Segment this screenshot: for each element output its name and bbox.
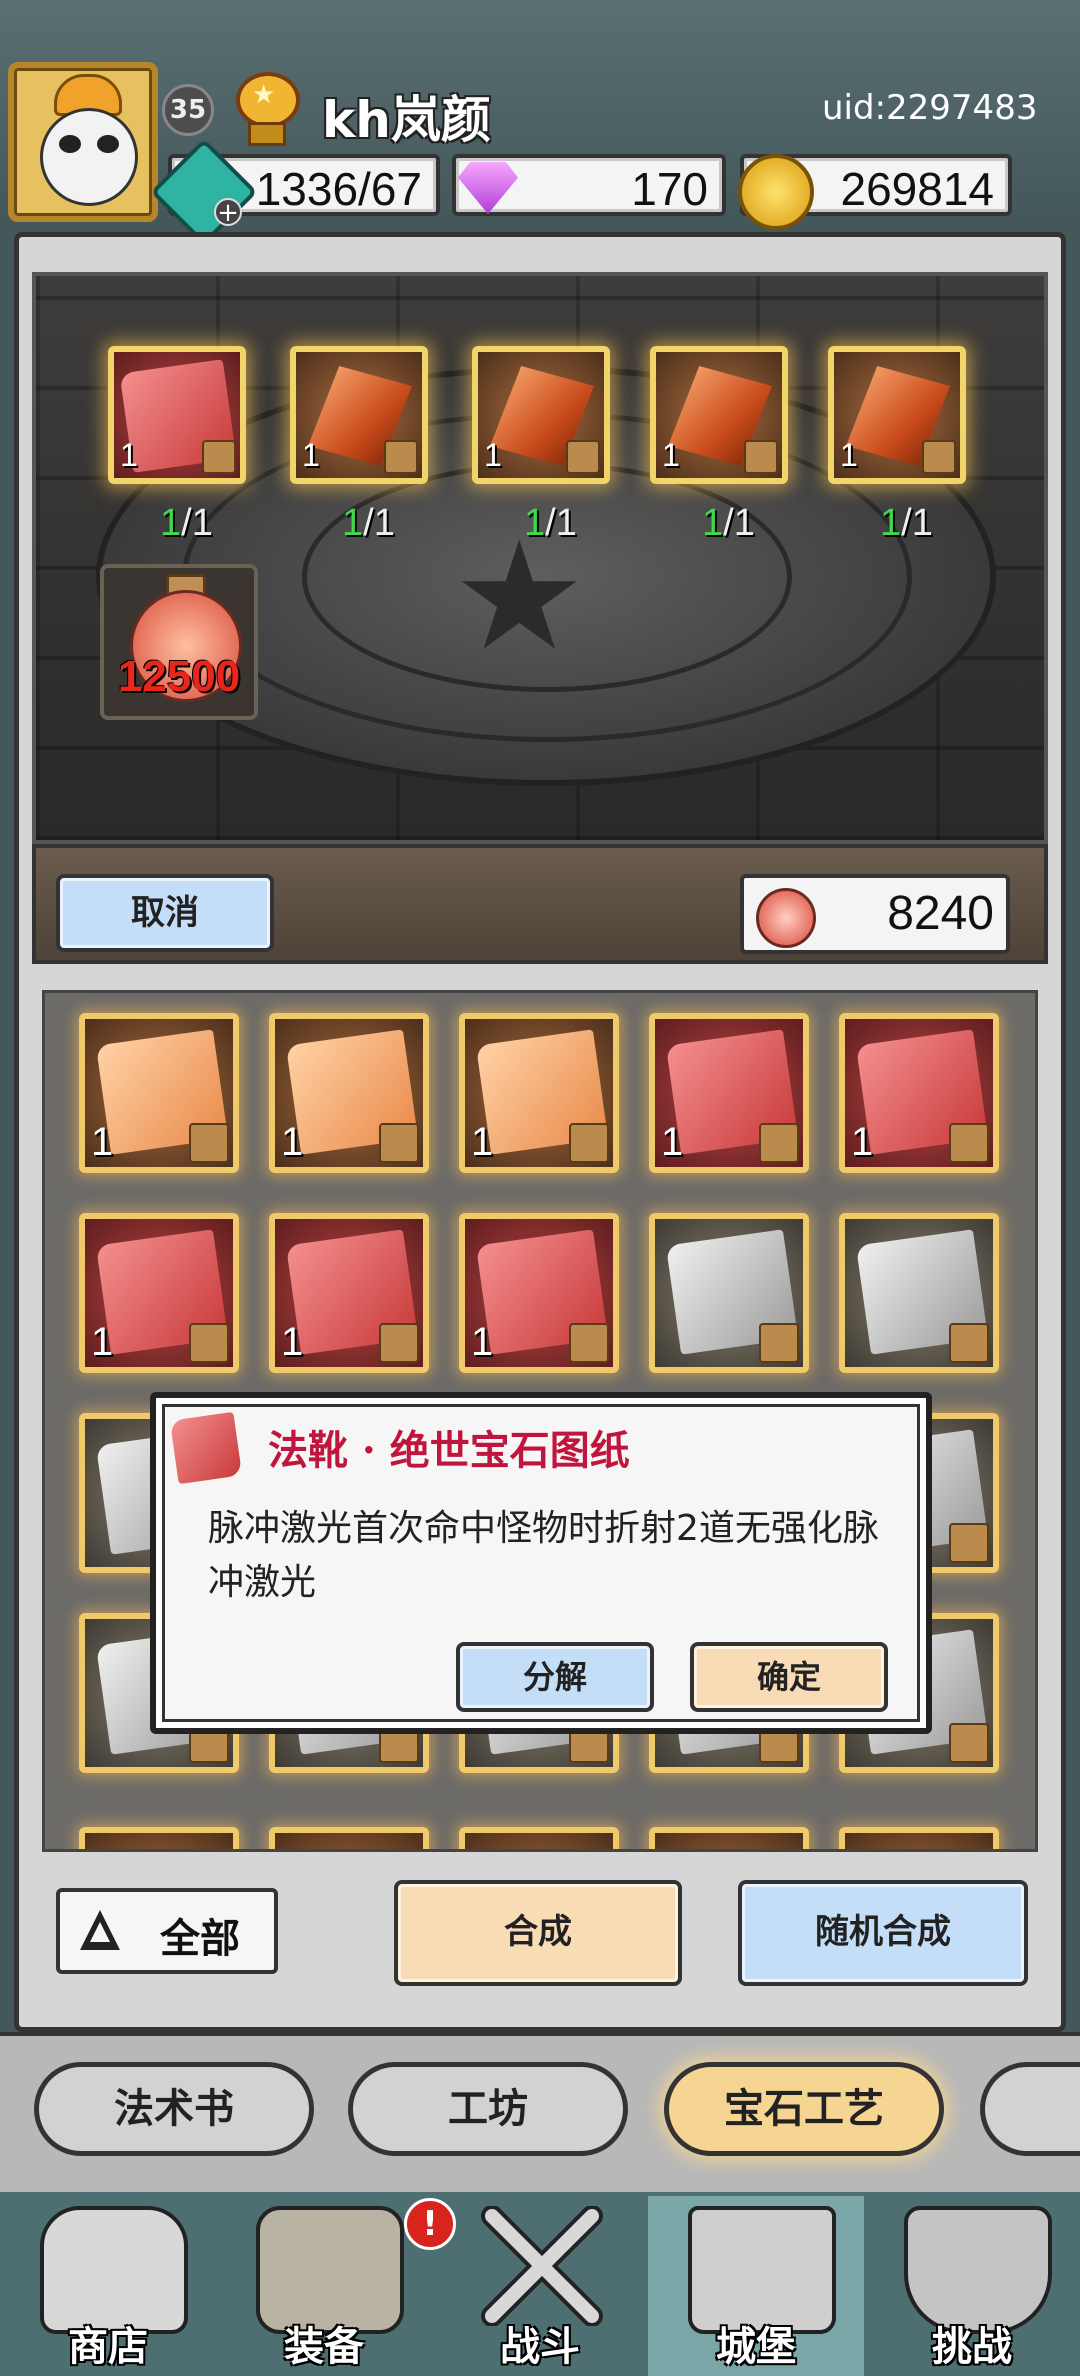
boots-icon: [569, 1323, 609, 1363]
filter-all-button[interactable]: 全部: [56, 1888, 278, 1974]
inventory-item[interactable]: [649, 1827, 809, 1849]
boots-icon: [384, 440, 418, 474]
helmet-icon: [759, 1123, 799, 1163]
avatar[interactable]: [8, 62, 158, 222]
shield-icon: [949, 1123, 989, 1163]
username: kh岚颜: [322, 91, 491, 149]
altar-slot-4[interactable]: 1: [650, 346, 788, 484]
slot-count-4: 1/1: [702, 502, 755, 544]
gold-value: 269814: [840, 163, 995, 215]
ring-icon: [949, 1723, 989, 1763]
item-icon: [169, 1411, 243, 1485]
dialog-title: 法靴 · 绝世宝石图纸: [268, 1427, 630, 1474]
potion-owned-counter: 8240: [740, 874, 1010, 954]
inventory-item[interactable]: [79, 1827, 239, 1849]
staff-icon: [189, 1323, 229, 1363]
crossed-swords-icon: [472, 2205, 612, 2327]
gem-blueprint-scroll-icon: [169, 1411, 243, 1485]
filter-label: 全部: [160, 1916, 240, 1962]
boots-icon: [569, 1123, 609, 1163]
slot-count-1: 1/1: [160, 502, 213, 544]
inventory-item[interactable]: 1: [649, 1013, 809, 1173]
inventory-item[interactable]: 1: [459, 1013, 619, 1173]
inventory-item[interactable]: [459, 1827, 619, 1849]
gold-counter: 269814: [738, 154, 1012, 230]
inventory-item[interactable]: 1: [269, 1213, 429, 1373]
energy-counter: 1336/67: [150, 138, 440, 246]
item-detail-dialog: 法靴 · 绝世宝石图纸 脉冲激光首次命中怪物时折射2道无强化脉冲激光 分解 确定: [150, 1392, 932, 1734]
nav-shop[interactable]: 商店: [0, 2196, 216, 2376]
necklace-icon: [922, 440, 956, 474]
potion-icon: [756, 888, 816, 948]
helmet-icon: [744, 440, 778, 474]
inventory-item[interactable]: 1: [459, 1213, 619, 1373]
nav-equipment[interactable]: 装备: [216, 2196, 432, 2376]
confirm-button[interactable]: 确定: [690, 1642, 888, 1712]
armor-icon: [949, 1323, 989, 1363]
decompose-button[interactable]: 分解: [456, 1642, 654, 1712]
necklace-icon: [379, 1123, 419, 1163]
nav-challenge[interactable]: 挑战: [864, 2196, 1080, 2376]
slot-count-2: 1/1: [342, 502, 395, 544]
inventory-item[interactable]: [839, 1213, 999, 1373]
potion-cost-value: 12500: [117, 652, 241, 701]
potion-cost: 12500: [100, 564, 258, 720]
tab-spellbook[interactable]: 法术书: [34, 2062, 314, 2156]
altar-slot-2[interactable]: 1: [290, 346, 428, 484]
boots-icon: [566, 440, 600, 474]
slot-count-5: 1/1: [880, 502, 933, 544]
cancel-button[interactable]: 取消: [56, 874, 274, 952]
add-energy-button[interactable]: +: [214, 198, 242, 226]
boots-icon: [202, 440, 236, 474]
level-badge: 35: [162, 84, 214, 136]
random-synthesize-button[interactable]: 随机合成: [738, 1880, 1028, 1986]
triangle-up-icon: [80, 1910, 120, 1950]
inventory-item[interactable]: 1: [79, 1213, 239, 1373]
gem-counter: 170: [452, 154, 726, 216]
necklace-icon: [379, 1323, 419, 1363]
altar-slot-3[interactable]: 1: [472, 346, 610, 484]
altar-slot-5[interactable]: 1: [828, 346, 966, 484]
tab-more[interactable]: [980, 2062, 1080, 2156]
inventory-item[interactable]: [269, 1827, 429, 1849]
dialog-description: 脉冲激光首次命中怪物时折射2道无强化脉冲激光: [208, 1508, 879, 1603]
user-id: uid:2297483: [822, 88, 1038, 128]
tab-workshop[interactable]: 工坊: [348, 2062, 628, 2156]
altar-slot-1[interactable]: 1: [108, 346, 246, 484]
diamond-icon: [458, 162, 518, 214]
gem-value: 170: [631, 163, 708, 215]
gold-coin-icon: [738, 154, 814, 230]
staff-icon: [949, 1523, 989, 1563]
energy-value: 1336/67: [255, 163, 422, 215]
tab-gem-craft[interactable]: 宝石工艺: [664, 2062, 944, 2156]
inventory-item[interactable]: [649, 1213, 809, 1373]
panda-face-icon: [40, 108, 138, 206]
inventory-item[interactable]: 1: [79, 1013, 239, 1173]
inventory-item[interactable]: 1: [839, 1013, 999, 1173]
inventory-item[interactable]: 1: [269, 1013, 429, 1173]
nav-castle[interactable]: 城堡: [648, 2196, 864, 2376]
potion-owned-value: 8240: [887, 887, 994, 940]
synthesize-button[interactable]: 合成: [394, 1880, 682, 1986]
nav-battle[interactable]: 战斗: [432, 2196, 648, 2376]
ring-icon: [759, 1323, 799, 1363]
helmet-icon: [189, 1123, 229, 1163]
slot-count-3: 1/1: [524, 502, 577, 544]
inventory-item[interactable]: [839, 1827, 999, 1849]
trophy-icon[interactable]: [232, 72, 300, 146]
